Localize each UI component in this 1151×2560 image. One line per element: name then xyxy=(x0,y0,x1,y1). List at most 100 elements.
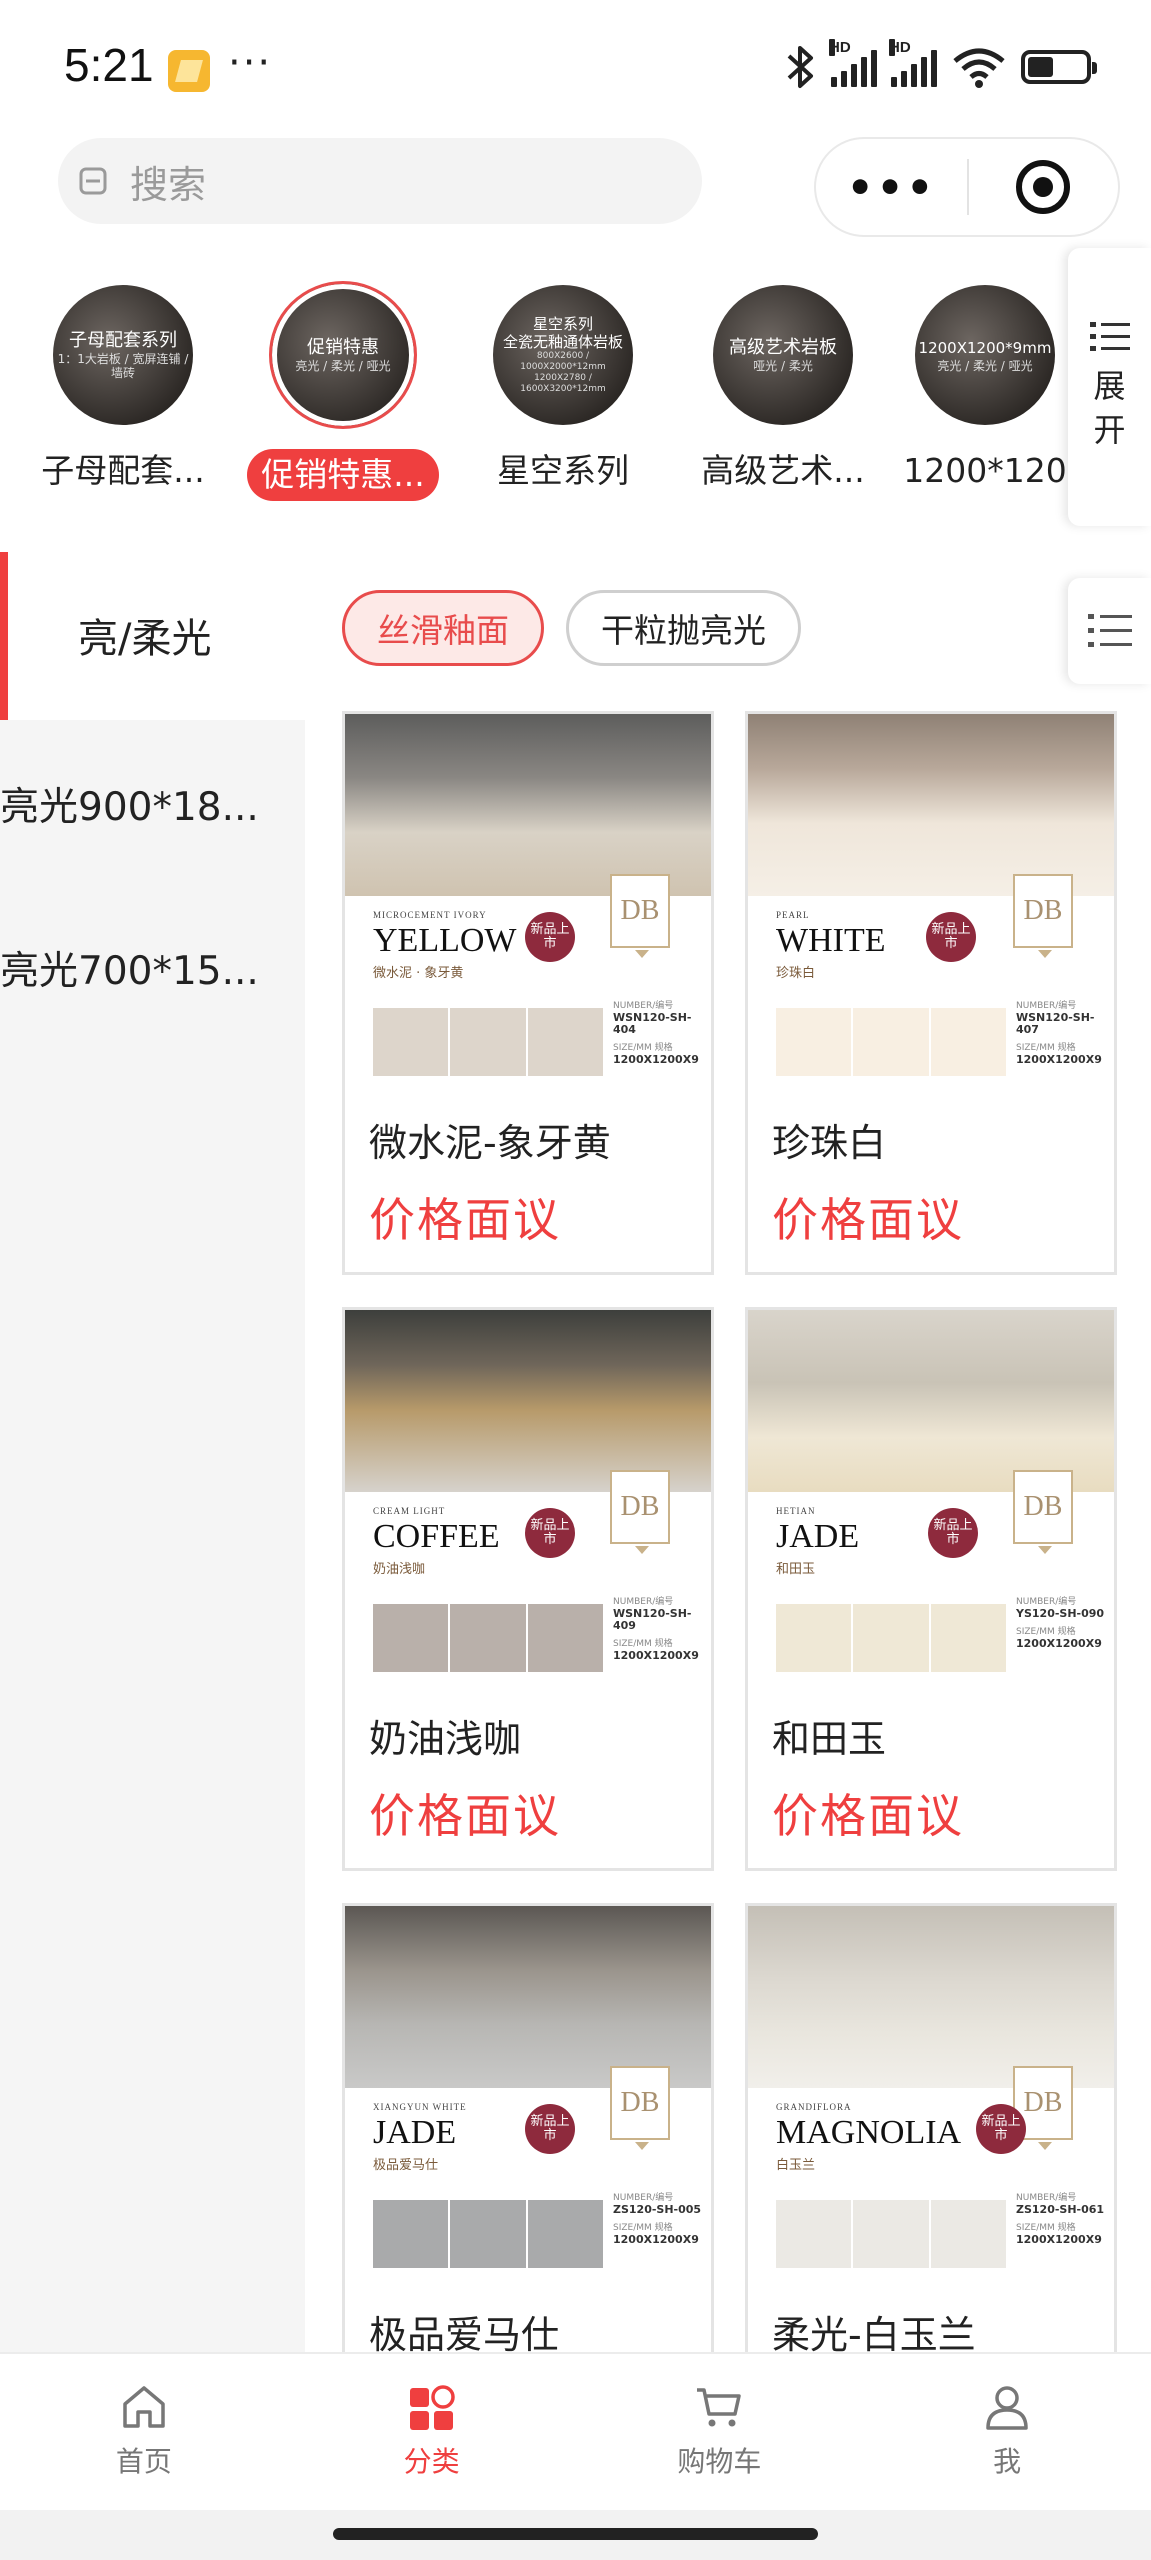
new-arrival-badge: 新品上市 xyxy=(525,2104,575,2154)
spec-size-label: SIZE/MM 规格 xyxy=(1016,1043,1076,1053)
product-card[interactable]: DB GRANDIFLORA MAGNOLIA 白玉兰 新品上市 NUMBER/编号 ZS1… xyxy=(745,1903,1117,2352)
brand-logo: DB xyxy=(610,1470,670,1554)
thumb-subtitle: 亮光 / 柔光 / 哑光 xyxy=(295,359,391,373)
sidebar-item-active[interactable]: 亮/柔光 xyxy=(0,552,305,720)
tab-label: 首页 xyxy=(115,2445,172,2478)
list-icon xyxy=(1087,614,1132,647)
new-arrival-badge: 新品上市 xyxy=(926,912,976,962)
english-subtitle: CREAM LIGHT xyxy=(373,1506,446,1516)
category-item[interactable]: 高级艺术岩板 哑光 / 柔光 高级艺术... xyxy=(678,270,888,497)
product-spec-sheet: DB CREAM LIGHT COFFEE 奶油浅咖 新品上市 NUMBER/编号 WSN1… xyxy=(345,1470,711,1692)
more-menu-button[interactable]: ••• xyxy=(816,139,967,235)
category-thumbnail: 高级艺术岩板 哑光 / 柔光 xyxy=(713,285,853,425)
sidebar-item[interactable]: 亮光900*18... xyxy=(0,776,300,832)
tile-swatch xyxy=(776,1008,1006,1076)
english-subtitle: MICROCEMENT IVORY xyxy=(373,910,487,920)
chinese-subtitle: 极品爱马仕 xyxy=(373,2158,439,2173)
new-arrival-badge: 新品上市 xyxy=(525,1508,575,1558)
english-subtitle: HETIAN xyxy=(776,1506,816,1516)
tab-label: 我 xyxy=(993,2445,1022,2478)
product-price: 价格面议 xyxy=(772,1789,964,1843)
english-name: JADE xyxy=(373,2114,457,2151)
spec-size: 1200X1200X9 xyxy=(613,1649,699,1662)
tab-category[interactable]: 分类 xyxy=(288,2354,576,2512)
product-card[interactable]: DB MICROCEMENT IVORY YELLOW 微水泥 · 象牙黄 新品上市 NU… xyxy=(342,711,714,1275)
spec-size-label: SIZE/MM 规格 xyxy=(1016,1627,1076,1637)
product-spec-sheet: DB PEARL WHITE 珍珠白 新品上市 NUMBER/编号 WSN120-SH-40… xyxy=(748,874,1114,1096)
thumb-title: 促销特惠 xyxy=(307,337,379,358)
brand-logo: DB xyxy=(1013,874,1073,958)
wifi-icon xyxy=(953,48,1005,88)
spec-number-label: NUMBER/编号 xyxy=(1016,1597,1077,1607)
chinese-subtitle: 和田玉 xyxy=(776,1562,816,1577)
spec-number: YS120-SH-090 xyxy=(1016,1607,1105,1620)
category-label: 高级艺术... xyxy=(701,451,865,490)
product-photo xyxy=(345,1310,711,1492)
chip-dry-grain-polish[interactable]: 干粒抛亮光 xyxy=(566,590,801,666)
spec-number-label: NUMBER/编号 xyxy=(613,2193,674,2203)
category-thumbnail: 促销特惠 亮光 / 柔光 / 哑光 xyxy=(269,281,417,429)
sidebar-item[interactable]: 亮光700*15... xyxy=(0,940,300,996)
spec-number: ZS120-SH-061 xyxy=(1016,2203,1105,2216)
tile-swatch xyxy=(776,1604,1006,1672)
thumb-title: 子母配套系列 xyxy=(69,330,177,351)
product-spec-sheet: DB XIANGYUN WHITE JADE 极品爱马仕 新品上市 NUMBER/编号 ZS… xyxy=(345,2066,711,2288)
category-thumbnail: 星空系列 全瓷无釉通体岩板 800X2600 / 1000X2000*12mm 1… xyxy=(493,285,633,425)
search-placeholder: 搜索 xyxy=(130,162,207,207)
product-card[interactable]: DB XIANGYUN WHITE JADE 极品爱马仕 新品上市 NUMBER/编号 ZS… xyxy=(342,1903,714,2352)
category-label: 1200*120 xyxy=(903,451,1067,490)
spec-number-label: NUMBER/编号 xyxy=(1016,2193,1077,2203)
list-view-toggle[interactable] xyxy=(1068,578,1151,684)
category-item-active[interactable]: 促销特惠 亮光 / 柔光 / 哑光 促销特惠... xyxy=(238,270,448,501)
brand-logo: DB xyxy=(610,874,670,958)
english-name: COFFEE xyxy=(373,1518,500,1555)
close-program-button[interactable] xyxy=(969,139,1118,235)
product-name: 极品爱马仕 xyxy=(369,2313,560,2352)
signal-1-icon: HD xyxy=(829,39,877,87)
spec-number: ZS120-SH-005 xyxy=(613,2203,702,2216)
filter-chips: 丝滑釉面 干粒抛亮光 xyxy=(342,590,801,666)
tab-home[interactable]: 首页 xyxy=(0,2354,288,2512)
chip-silky-glaze[interactable]: 丝滑釉面 xyxy=(342,590,544,666)
system-gesture-area xyxy=(0,2510,1151,2560)
english-subtitle: GRANDIFLORA xyxy=(776,2102,852,2112)
category-item[interactable]: 1200X1200*9mm 亮光 / 柔光 / 哑光 1200*120 xyxy=(880,270,1090,497)
expand-categories-button[interactable]: 展开 xyxy=(1068,248,1151,526)
product-photo xyxy=(345,714,711,896)
thumb-title: 星空系列 全瓷无釉通体岩板 xyxy=(502,315,623,351)
spec-number-label: NUMBER/编号 xyxy=(1016,1001,1077,1011)
chinese-subtitle: 微水泥 · 象牙黄 xyxy=(373,966,464,981)
search-input[interactable]: 搜索 xyxy=(58,138,702,224)
spec-size-label: SIZE/MM 规格 xyxy=(613,1639,673,1649)
home-indicator[interactable] xyxy=(333,2528,818,2540)
product-name: 微水泥-象牙黄 xyxy=(369,1121,611,1165)
product-card[interactable]: DB PEARL WHITE 珍珠白 新品上市 NUMBER/编号 WSN120-SH-40… xyxy=(745,711,1117,1275)
bluetooth-icon xyxy=(787,46,813,88)
product-price: 价格面议 xyxy=(772,1193,964,1247)
list-icon xyxy=(1089,322,1130,351)
tab-cart[interactable]: 购物车 xyxy=(576,2354,864,2512)
english-subtitle: XIANGYUN WHITE xyxy=(373,2102,467,2112)
product-name: 奶油浅咖 xyxy=(369,1717,522,1761)
subcategory-sidebar: 亮/柔光 亮光900*18... 亮光700*15... xyxy=(0,552,305,2352)
tab-me[interactable]: 我 xyxy=(863,2354,1151,2512)
new-arrival-badge: 新品上市 xyxy=(928,1508,978,1558)
spec-size: 1200X1200X9 xyxy=(613,1053,699,1066)
chinese-subtitle: 珍珠白 xyxy=(776,966,816,981)
product-card[interactable]: DB CREAM LIGHT COFFEE 奶油浅咖 新品上市 NUMBER/编号 WSN1… xyxy=(342,1307,714,1871)
mini-program-capsule: ••• xyxy=(814,137,1120,237)
spec-size: 1200X1200X9 xyxy=(1016,2233,1102,2246)
category-item[interactable]: 星空系列 全瓷无釉通体岩板 800X2600 / 1000X2000*12mm 1… xyxy=(458,270,668,497)
category-item[interactable]: 子母配套系列 1：1大岩板 / 宽屏连铺 / 墙砖 子母配套... xyxy=(18,270,228,497)
product-photo xyxy=(748,714,1114,896)
product-card[interactable]: DB HETIAN JADE 和田玉 新品上市 NUMBER/编号 YS120-SH-090… xyxy=(745,1307,1117,1871)
category-scroller[interactable]: 子母配套系列 1：1大岩板 / 宽屏连铺 / 墙砖 子母配套... 促销特惠 亮光 … xyxy=(0,270,1070,525)
spec-size-label: SIZE/MM 规格 xyxy=(613,1043,673,1053)
spec-block: NUMBER/编号 WSN120-SH-409 SIZE/MM 规格 1200X120… xyxy=(613,1596,711,1668)
category-label: 星空系列 xyxy=(497,451,629,490)
category-label: 促销特惠... xyxy=(247,449,439,501)
spec-size: 1200X1200X9 xyxy=(1016,1053,1102,1066)
signal-2-icon: HD xyxy=(889,39,937,87)
category-icon xyxy=(409,2385,455,2430)
english-name: MAGNOLIA xyxy=(776,2114,962,2151)
